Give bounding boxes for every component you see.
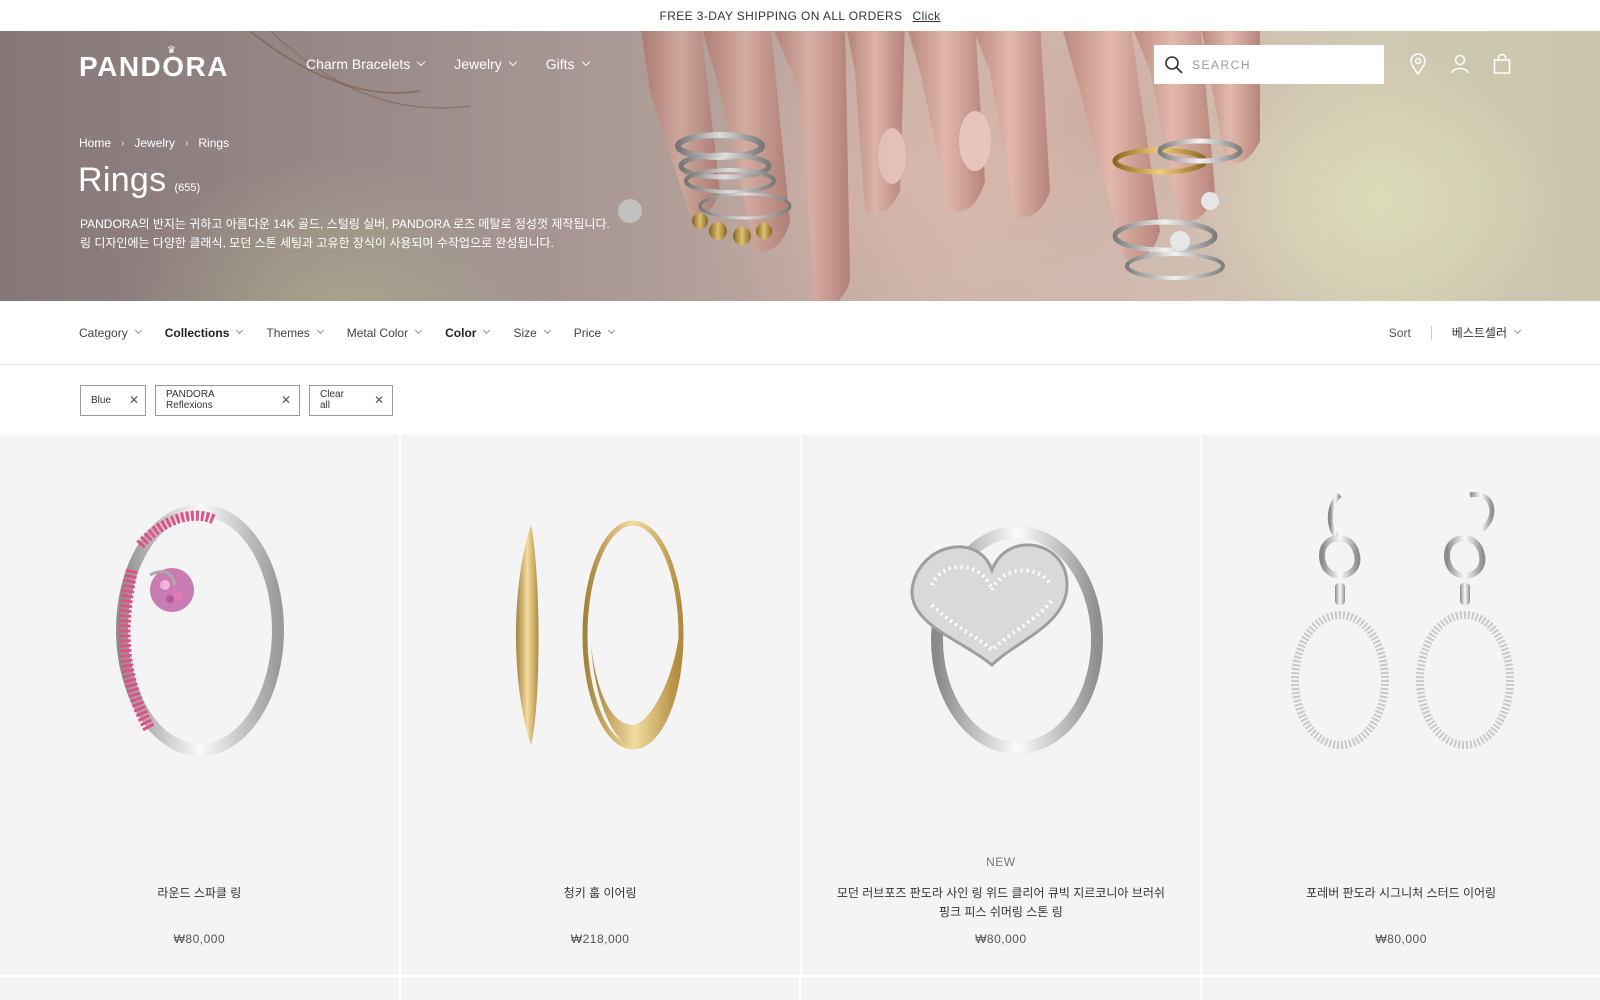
shopping-bag-icon[interactable] [1492,53,1512,75]
breadcrumb-jewelry[interactable]: Jewelry [134,136,175,150]
search-box [1154,45,1384,84]
filter-list: Category Collections Themes Metal Color … [79,325,616,340]
location-pin-icon[interactable] [1408,53,1428,76]
announcement-link[interactable]: Click [913,9,941,23]
header-icons [1408,53,1512,76]
breadcrumb-home[interactable]: Home [79,136,111,150]
description-line: PANDORA의 반지는 귀하고 아름다운 14K 골드, 스털링 실버, PA… [80,217,610,231]
filter-size[interactable]: Size [513,325,551,340]
active-filters: Blue ✕ PANDORA Reflexions ✕ Clear all ✕ [0,365,1600,435]
filter-price[interactable]: Price [573,325,616,340]
page-title-block: Rings (655) [78,161,200,200]
nav-jewelry[interactable]: Jewelry [454,56,517,72]
chip-label: Clear all [320,389,344,411]
product-card[interactable]: 라운드 스파클 링 ₩80,000 [0,435,399,975]
product-name[interactable]: 포레버 판도라 시그니처 스터드 이어링 [1232,884,1570,903]
chip-label: Blue [91,394,112,406]
product-image [515,520,684,750]
product-name[interactable]: 청키 훕 이어링 [431,884,770,903]
nav-gifts[interactable]: Gifts [545,56,590,72]
nav-charm-bracelets[interactable]: Charm Bracelets [306,56,426,72]
filter-label: Color [445,325,477,340]
breadcrumb: Home › Jewelry › Rings [79,136,229,150]
product-image [116,504,284,756]
product-name[interactable]: 라운드 스파클 링 [30,884,369,903]
chevron-down-icon [608,326,616,335]
chevron-down-icon [508,57,517,67]
sort-dropdown[interactable]: 베스트셀러 [1432,324,1522,341]
pandora-logo[interactable]: PANDORA ♛ [79,45,229,83]
filter-color[interactable]: Color [445,325,491,340]
product-card[interactable]: NEW 모던 러브포즈 판도라 사인 링 위드 클리어 큐빅 지르코니아 브러쉬… [801,435,1201,975]
product-card[interactable]: 청키 훕 이어링 ₩218,000 [400,435,800,975]
chevron-down-icon [581,57,590,67]
chevron-down-icon [316,326,324,335]
filter-label: Size [513,325,537,340]
crown-icon: ♛ [167,45,178,56]
filter-label: Price [573,325,602,340]
logo-text: PANDORA [79,51,229,82]
product-card-placeholder [400,977,799,1000]
user-icon[interactable] [1450,53,1470,75]
chevron-down-icon [134,326,142,335]
search-icon[interactable] [1164,55,1184,75]
product-grid: 라운드 스파클 링 ₩80,000 청키 훕 이어링 ₩218,000 NEW [0,435,1600,975]
filter-label: Themes [266,325,310,340]
search-input[interactable] [1192,57,1362,72]
close-icon[interactable]: ✕ [129,393,139,407]
chevron-down-icon [236,326,244,335]
chevron-down-icon [483,326,491,335]
top-navigation: PANDORA ♛ Charm Bracelets Jewelry Gifts [0,31,1600,97]
chevron-down-icon [415,326,423,335]
chevron-down-icon [417,57,426,67]
next-product-row [0,977,1600,1000]
filter-label: Category [79,325,128,340]
product-price: ₩80,000 [1375,932,1427,946]
nav-label: Charm Bracelets [306,56,411,72]
nav-label: Gifts [545,56,575,72]
filter-metal-color[interactable]: Metal Color [346,325,423,340]
close-icon[interactable]: ✕ [281,393,291,407]
nav-label: Jewelry [454,56,502,72]
chevron-down-icon [1513,326,1522,335]
filter-chip-blue[interactable]: Blue ✕ [80,384,146,416]
sort-value: 베스트셀러 [1451,326,1507,340]
chevron-right-icon: › [121,137,125,149]
filter-label: Metal Color [346,325,409,340]
product-image [1291,491,1515,749]
result-count: (655) [174,182,201,194]
chevron-down-icon [543,326,551,335]
sort-control: Sort 베스트셀러 [1389,324,1522,341]
page-description: PANDORA의 반지는 귀하고 아름다운 14K 골드, 스털링 실버, PA… [80,215,620,253]
page-title: Rings [78,161,167,199]
main-nav: Charm Bracelets Jewelry Gifts [306,31,590,97]
product-name[interactable]: 모던 러브포즈 판도라 사인 링 위드 클리어 큐빅 지르코니아 브러쉬 핑크 … [832,884,1171,922]
sort-label: Sort [1389,325,1432,340]
close-icon[interactable]: ✕ [374,393,384,407]
filter-category[interactable]: Category [79,325,142,340]
description-line: 링 디자인에는 다양한 클래식, 모던 스톤 세팅과 고유한 장식이 사용되며 … [80,236,554,250]
hero-banner: PANDORA ♛ Charm Bracelets Jewelry Gifts [0,31,1600,301]
chip-label: PANDORA Reflexions [166,389,215,411]
announcement-text: FREE 3-DAY SHIPPING ON ALL ORDERS [659,8,903,23]
clear-all-button[interactable]: Clear all ✕ [309,384,393,416]
filter-chip-pandora-reflexions[interactable]: PANDORA Reflexions ✕ [155,384,300,416]
filter-themes[interactable]: Themes [266,325,324,340]
product-price: ₩80,000 [173,932,226,946]
product-card-placeholder [1201,977,1600,1000]
chevron-right-icon: › [185,137,189,149]
product-price: ₩80,000 [975,932,1027,946]
announcement-bar: FREE 3-DAY SHIPPING ON ALL ORDERS Click [0,0,1600,31]
product-tag: NEW [986,855,1016,869]
product-card-placeholder [0,977,399,1000]
product-image [909,526,1103,754]
product-price: ₩218,000 [570,932,630,946]
filter-bar: Category Collections Themes Metal Color … [0,301,1600,365]
product-card[interactable]: 포레버 판도라 시그니처 스터드 이어링 ₩80,000 [1202,435,1600,975]
product-card-placeholder [801,977,1200,1000]
filter-collections[interactable]: Collections [164,325,244,340]
breadcrumb-rings[interactable]: Rings [198,136,229,150]
filter-label: Collections [164,325,230,340]
